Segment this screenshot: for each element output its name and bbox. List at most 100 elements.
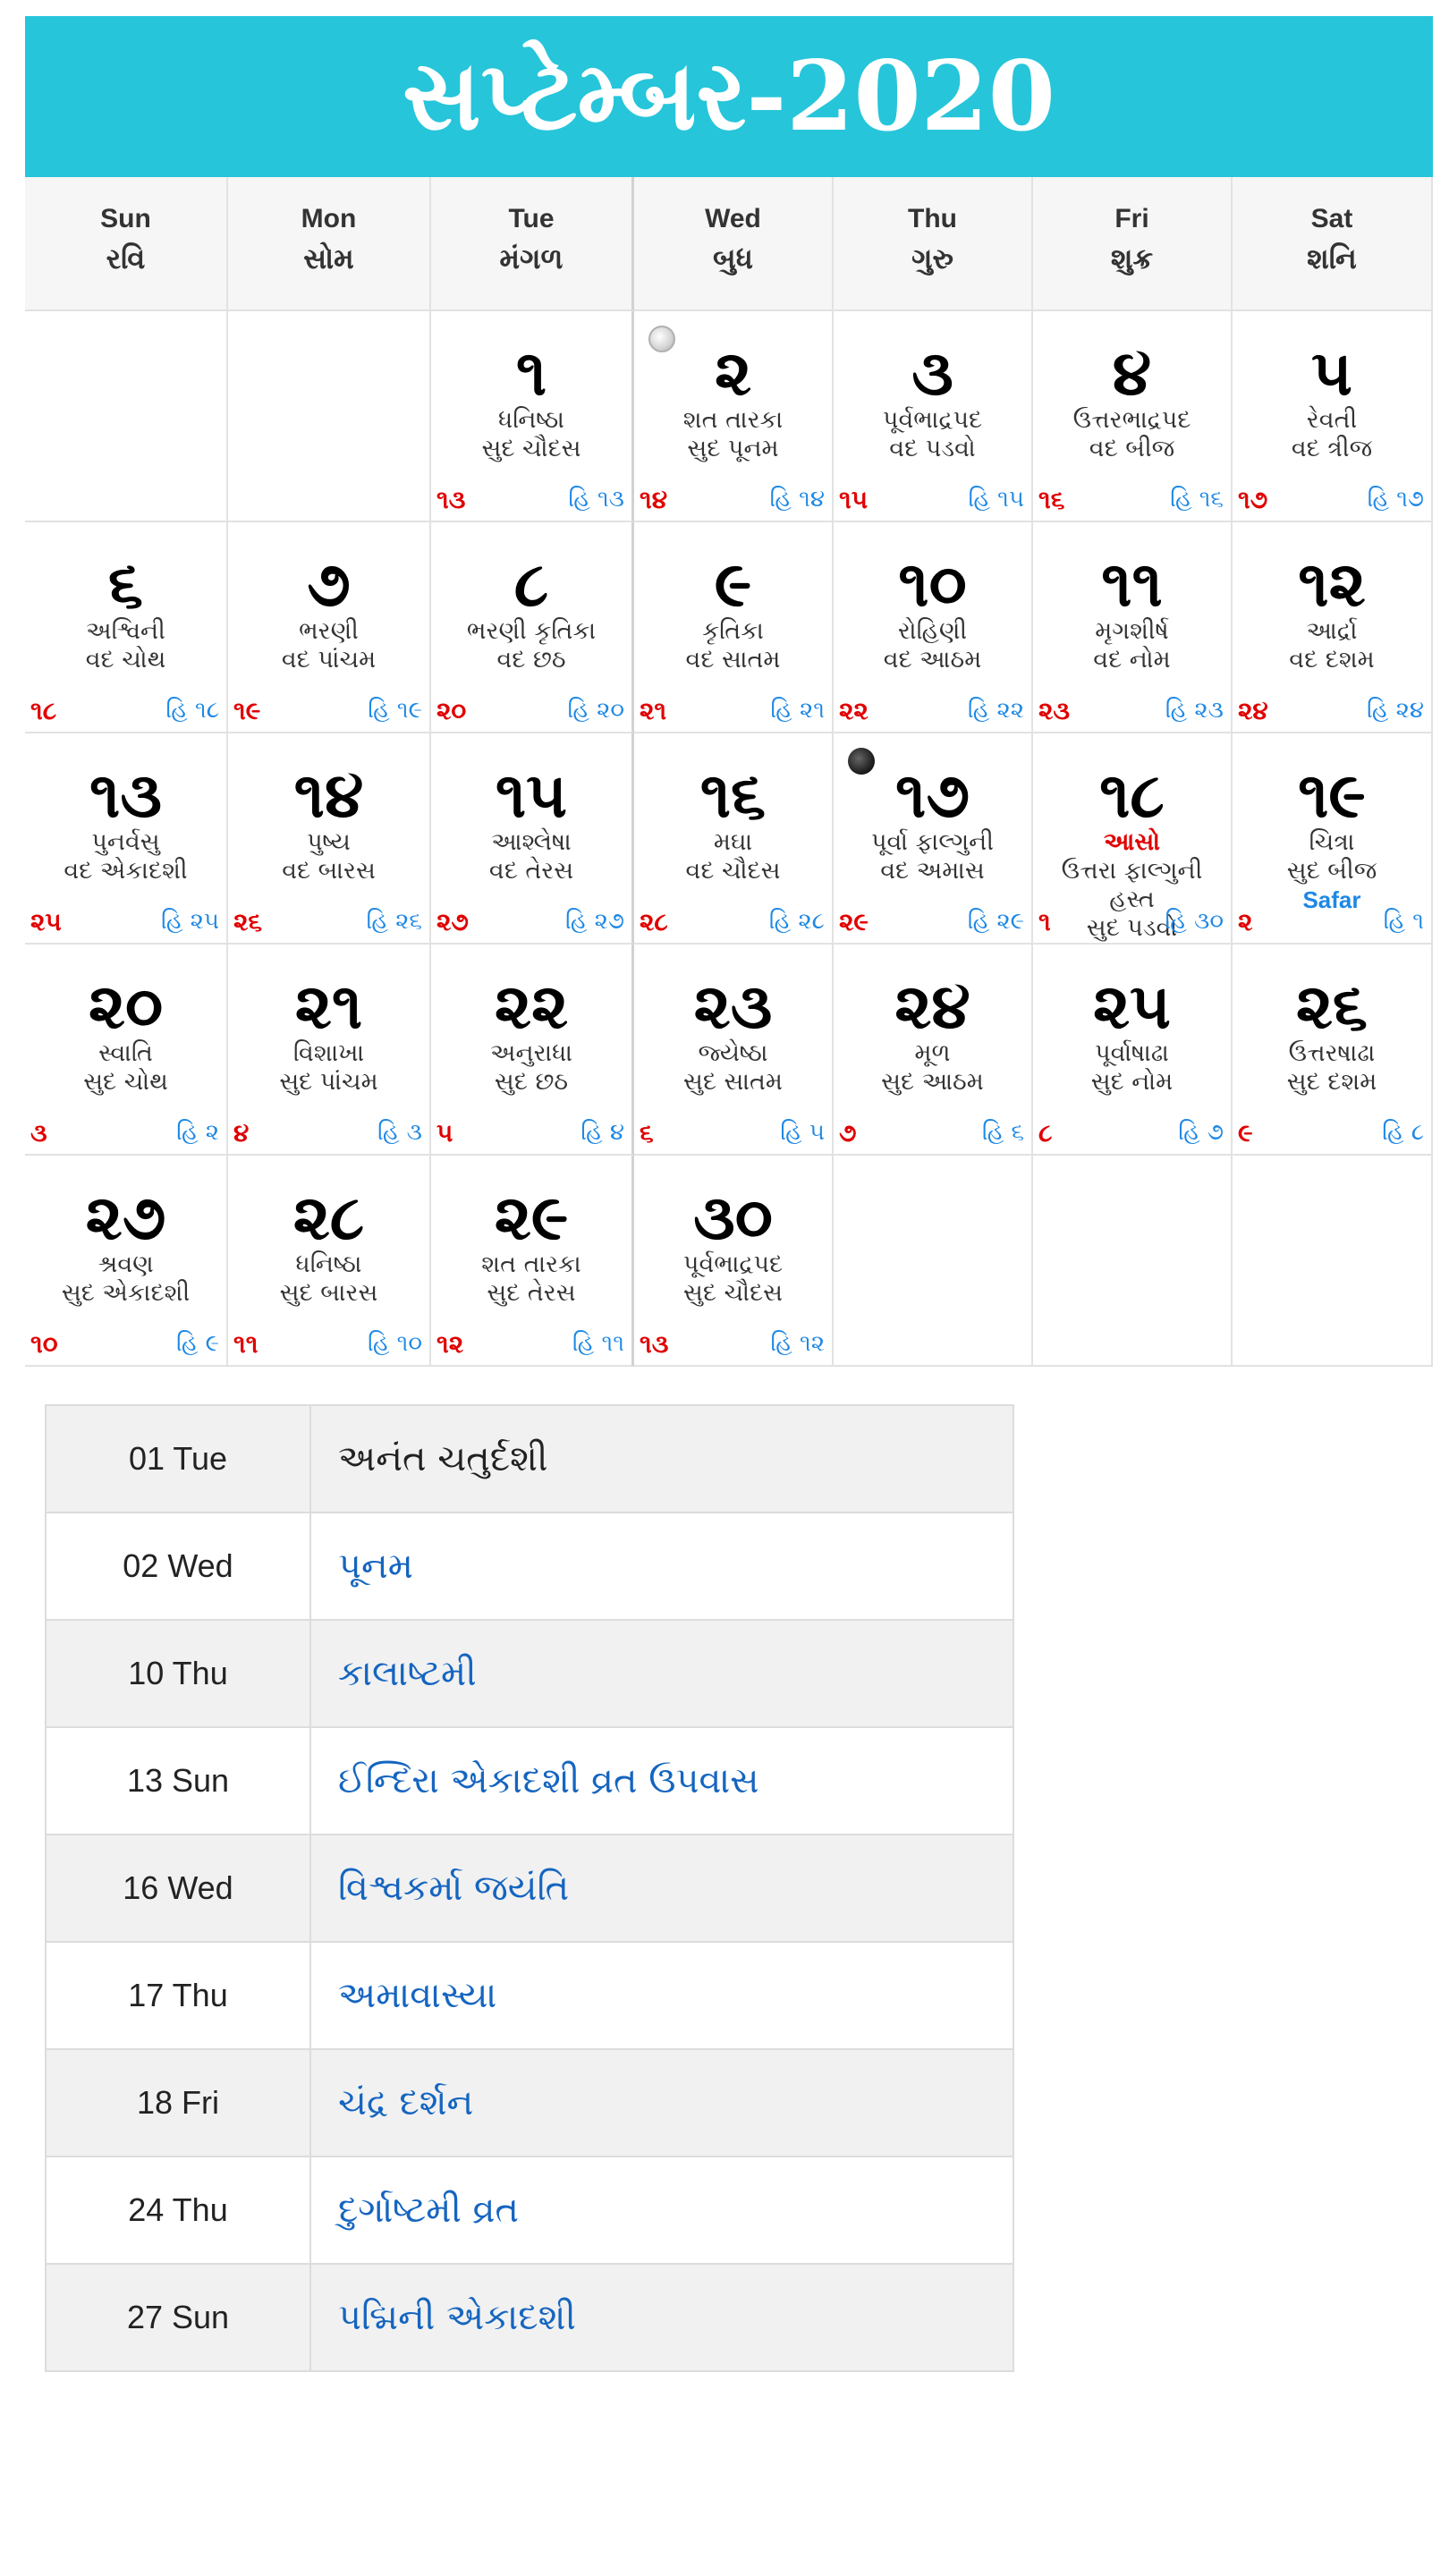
calendar-day-cell[interactable]: ૧ ધનિષ્ઠા સુદ ચૌદસ ૧૩ હિ ૧૩ <box>431 311 634 522</box>
calendar-day-cell[interactable]: ૬ અશ્વિની વદ ચોથ ૧૮ હિ ૧૮ <box>25 522 228 733</box>
calendar-day-cell[interactable]: ૧૮ આસો ઉત્તરા ફાલ્ગુની હસ્ત સુદ પડવો ૧ હિ ૩૦ <box>1033 733 1233 945</box>
calendar-day-cell[interactable]: ૨૫ પૂર્વાષાઢા સુદ નોમ ૮ હિ ૭ <box>1033 945 1233 1156</box>
calendar-day-cell[interactable]: ૯ કૃતિકા વદ સાતમ ૨૧ હિ ૨૧ <box>634 522 834 733</box>
hijri-day-number: હિ ૨૫ <box>161 908 219 935</box>
calendar-day-cell[interactable]: ૧૯ ચિત્રા સુદ બીજ Safar ૨ હિ ૧ <box>1233 733 1433 945</box>
day-details: આશ્લેષા વદ તેરસ <box>431 828 631 886</box>
tithi-label: સુદ દશમ <box>1286 1068 1377 1096</box>
hijri-day-number: હિ ૨૧ <box>770 697 825 724</box>
day-details: મૂળ સુદ આઠમ <box>834 1039 1031 1097</box>
calendar-day-cell[interactable]: ૨૪ મૂળ સુદ આઠમ ૭ હિ ૬ <box>834 945 1033 1156</box>
calendar-day-cell[interactable]: ૧૨ આર્દ્રા વદ દશમ ૨૪ હિ ૨૪ <box>1233 522 1433 733</box>
day-details: શત તારકા સુદ પૂનમ <box>634 406 832 463</box>
calendar-day-cell[interactable]: ૧૫ આશ્લેષા વદ તેરસ ૨૭ હિ ૨૭ <box>431 733 634 945</box>
calendar-day-cell[interactable]: ૨૨ અનુરાધા સુદ છઠ ૫ હિ ૪ <box>431 945 634 1156</box>
nakshatra-label: મૃગશીર્ષ <box>1095 617 1169 645</box>
calendar-day-cell[interactable]: ૨૯ શત તારકા સુદ તેરસ ૧૨ હિ ૧૧ <box>431 1156 634 1367</box>
day-details: અનુરાધા સુદ છઠ <box>431 1039 631 1097</box>
calendar-day-cell[interactable]: ૫ રેવતી વદ ત્રીજ ૧૭ હિ ૧૭ <box>1233 311 1433 522</box>
event-row[interactable]: 16 Wed વિશ્વકર્મા જયંતિ <box>46 1834 1013 1942</box>
event-name-link[interactable]: કાલાષ્ટમી <box>310 1619 1013 1727</box>
nakshatra-label: પૂર્વા ફાલ્ગુની <box>870 828 995 856</box>
vikram-day-number: ૧ <box>1038 907 1051 936</box>
calendar-cell-empty <box>228 311 431 522</box>
nakshatra-label: મઘા <box>713 828 753 856</box>
hijri-day-number: હિ ૨ <box>176 1119 219 1146</box>
event-row[interactable]: 24 Thu દુર્ગાષ્ટમી વ્રત <box>46 2156 1013 2264</box>
event-name-link[interactable]: વિશ્વકર્મા જયંતિ <box>310 1834 1013 1942</box>
day-details: મઘા વદ ચૌદસ <box>634 828 832 886</box>
event-name-link[interactable]: પદ્મિની એકાદશી <box>310 2263 1013 2371</box>
day-number: ૧૨ <box>1298 547 1366 621</box>
weekday-gu: સોમ <box>303 242 354 275</box>
hijri-day-number: હિ ૧૬ <box>1170 486 1224 513</box>
day-details: રોહિણી વદ આઠમ <box>834 617 1031 674</box>
event-row[interactable]: 10 Thu કાલાષ્ટમી <box>46 1619 1013 1727</box>
calendar-day-cell[interactable]: ૧૧ મૃગશીર્ષ વદ નોમ ૨૩ હિ ૨૩ <box>1033 522 1233 733</box>
vikram-day-number: ૪ <box>233 1118 250 1148</box>
event-name-link[interactable]: ઈન્દિરા એકાદશી વ્રત ઉપવાસ <box>310 1726 1013 1835</box>
day-details: શ્રવણ સુદ એકાદશી <box>25 1250 226 1308</box>
calendar-day-cell[interactable]: ૨૬ ઉત્તરષાઢા સુદ દશમ ૯ હિ ૮ <box>1233 945 1433 1156</box>
calendar-day-cell[interactable]: ૨૦ સ્વાતિ સુદ ચોથ ૩ હિ ૨ <box>25 945 228 1156</box>
month-banner: સપ્ટેમ્બર - 2020 <box>25 16 1433 177</box>
day-details: પૂર્વભાદ્રપદ સુદ ચૌદસ <box>634 1250 832 1308</box>
nakshatra-label: રોહિણી <box>897 617 968 645</box>
nakshatra-label: શત તારકા <box>682 406 784 434</box>
calendar-day-cell[interactable]: ૧૬ મઘા વદ ચૌદસ ૨૮ હિ ૨૮ <box>634 733 834 945</box>
calendar-day-cell[interactable]: ૩૦ પૂર્વભાદ્રપદ સુદ ચૌદસ ૧૩ હિ ૧૨ <box>634 1156 834 1367</box>
hijri-day-number: હિ ૧૧ <box>572 1330 624 1357</box>
event-row[interactable]: 17 Thu અમાવાસ્યા <box>46 1941 1013 2049</box>
event-date: 02 Wed <box>46 1512 311 1620</box>
calendar-day-cell[interactable]: ૧૪ પુષ્ય વદ બારસ ૨૬ હિ ૨૬ <box>228 733 431 945</box>
calendar-day-cell[interactable]: ૨૮ ધનિષ્ઠા સુદ બારસ ૧૧ હિ ૧૦ <box>228 1156 431 1367</box>
nakshatra-label: જ્યેષ્ઠા <box>698 1039 768 1067</box>
nakshatra-label: ધનિષ્ઠા <box>498 406 564 434</box>
event-row[interactable]: 01 Tue અનંત ચતુર્દશી <box>46 1404 1013 1513</box>
weekday-en: Sun <box>100 204 151 233</box>
event-row[interactable]: 27 Sun પદ્મિની એકાદશી <box>46 2263 1013 2371</box>
calendar-day-cell[interactable]: ૭ ભરણી વદ પાંચમ ૧૯ હિ ૧૯ <box>228 522 431 733</box>
hijri-day-number: હિ ૨૮ <box>768 908 825 935</box>
vikram-day-number: ૨ <box>1238 907 1253 936</box>
calendar-day-cell[interactable]: ૨૩ જ્યેષ્ઠા સુદ સાતમ ૬ હિ ૫ <box>634 945 834 1156</box>
day-details: પૂર્વા ફાલ્ગુની વદ અમાસ <box>834 828 1031 886</box>
vikram-day-number: ૧૨ <box>436 1329 464 1359</box>
calendar-day-cell[interactable]: ૧૩ પુનર્વસુ વદ એકાદશી ૨૫ હિ ૨૫ <box>25 733 228 945</box>
day-number: ૨૫ <box>1092 970 1172 1043</box>
calendar-day-cell[interactable]: ૪ ઉત્તરભાદ્રપદ વદ બીજ ૧૬ હિ ૧૬ <box>1033 311 1233 522</box>
weekday-gu: શનિ <box>1307 242 1357 275</box>
hijri-day-number: હિ ૧૫ <box>968 486 1024 513</box>
event-name-link[interactable]: દુર્ગાષ્ટમી વ્રત <box>310 2156 1013 2264</box>
day-number: ૭ <box>307 547 351 621</box>
event-row[interactable]: 18 Fri ચંદ્ર દર્શન <box>46 2048 1013 2157</box>
event-row[interactable]: 02 Wed પૂનમ <box>46 1512 1013 1620</box>
event-row[interactable]: 13 Sun ઈન્દિરા એકાદશી વ્રત ઉપવાસ <box>46 1726 1013 1835</box>
calendar-day-cell[interactable]: ૨૭ શ્રવણ સુદ એકાદશી ૧૦ હિ ૯ <box>25 1156 228 1367</box>
day-number: ૨૭ <box>85 1181 166 1254</box>
nakshatra-label: કૃતિકા <box>702 617 764 645</box>
weekday-header-tue: Tue મંગળ <box>431 177 634 311</box>
calendar-day-cell[interactable]: ૮ ભરણી કૃતિકા વદ છઠ ૨૦ હિ ૨૦ <box>431 522 634 733</box>
day-details: જ્યેષ્ઠા સુદ સાતમ <box>634 1039 832 1097</box>
calendar-day-cell[interactable]: ૨ શત તારકા સુદ પૂનમ ૧૪ હિ ૧૪ <box>634 311 834 522</box>
nakshatra-label: વિશાખા <box>292 1039 365 1067</box>
calendar-day-cell[interactable]: ૩ પૂર્વભાદ્રપદ વદ પડવો ૧૫ હિ ૧૫ <box>834 311 1033 522</box>
event-name-link[interactable]: અમાવાસ્યા <box>310 1941 1013 2049</box>
weekday-header-mon: Mon સોમ <box>228 177 431 311</box>
vikram-day-number: ૧૩ <box>436 485 466 514</box>
vikram-day-number: ૧૭ <box>1238 485 1268 514</box>
calendar-day-cell[interactable]: ૧૭ પૂર્વા ફાલ્ગુની વદ અમાસ ૨૯ હિ ૨૯ <box>834 733 1033 945</box>
event-name-link[interactable]: ચંદ્ર દર્શન <box>310 2048 1013 2157</box>
calendar-day-cell[interactable]: ૧૦ રોહિણી વદ આઠમ ૨૨ હિ ૨૨ <box>834 522 1033 733</box>
tithi-label: વદ પાંચમ <box>281 646 377 674</box>
vikram-day-number: ૧૮ <box>30 696 57 725</box>
hijri-day-number: હિ ૧ <box>1383 908 1424 935</box>
hijri-day-number: હિ ૩ <box>377 1119 422 1146</box>
calendar-day-cell[interactable]: ૨૧ વિશાખા સુદ પાંચમ ૪ હિ ૩ <box>228 945 431 1156</box>
nakshatra-label: મૂળ <box>914 1039 951 1067</box>
vikram-day-number: ૨૨ <box>839 696 869 725</box>
day-number: ૨૬ <box>1295 970 1368 1043</box>
tithi-label: સુદ નોમ <box>1090 1068 1174 1096</box>
event-name-link[interactable]: પૂનમ <box>310 1512 1013 1620</box>
